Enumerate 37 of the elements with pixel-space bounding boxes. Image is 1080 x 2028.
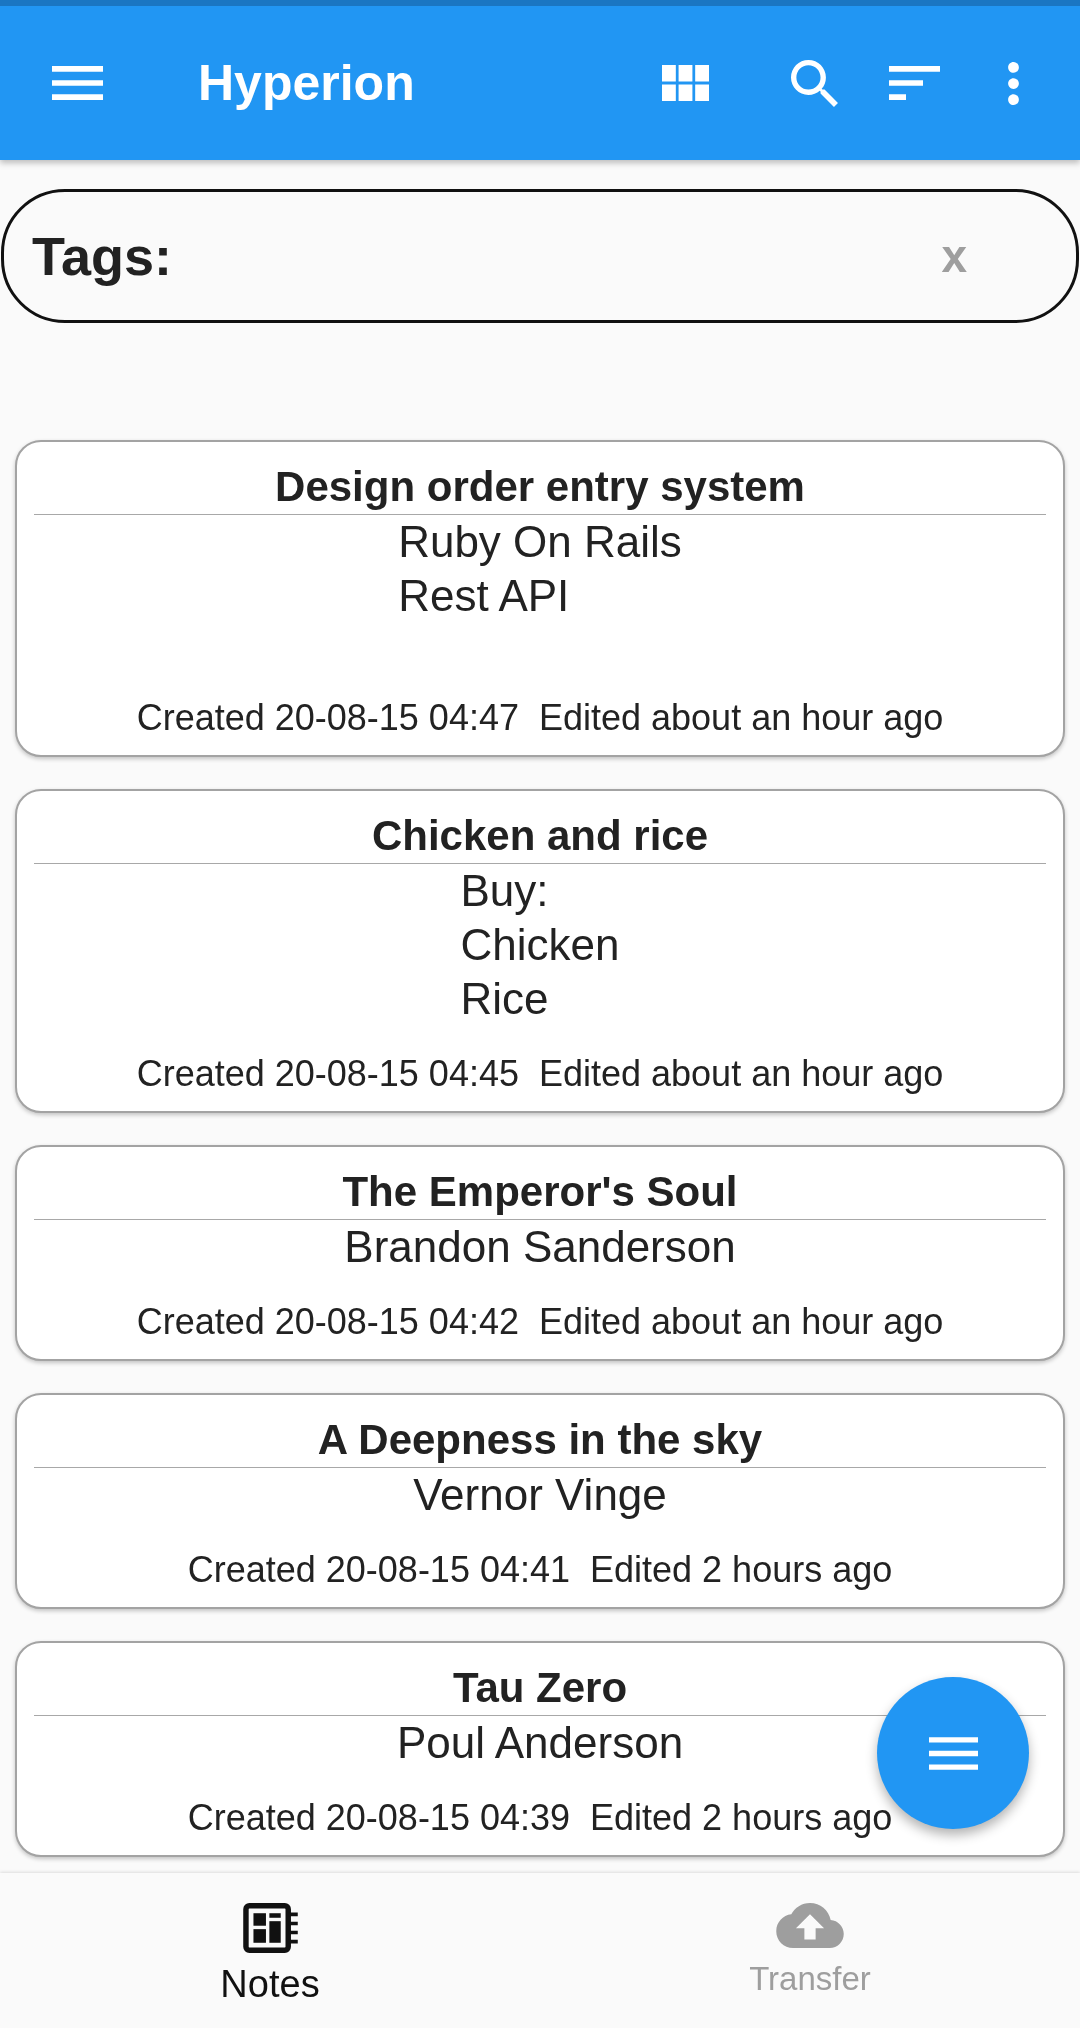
created-date: Created 20-08-15 04:42 xyxy=(136,1300,519,1344)
notebook-icon xyxy=(242,1903,298,1953)
grid-view-icon xyxy=(662,65,709,101)
bottom-nav-tab[interactable]: Notes xyxy=(0,1873,540,2028)
note-body: Vernor Vinge xyxy=(413,1469,667,1521)
note-title: Chicken and rice xyxy=(371,811,709,861)
created-date: Created 20-08-15 04:39 xyxy=(187,1796,570,1840)
search-icon xyxy=(791,59,838,107)
cloud-upload-icon xyxy=(776,1903,844,1948)
edited-time: Edited 2 hours ago xyxy=(590,1548,893,1592)
note-body: Buy: Chicken Rice xyxy=(460,865,620,1025)
sort-icon xyxy=(889,66,940,100)
note-body: Ruby On Rails Rest API xyxy=(398,516,682,622)
note-body: Brandon Sanderson xyxy=(344,1221,736,1273)
menu-icon xyxy=(52,66,103,100)
note-title: The Emperor's Soul xyxy=(342,1167,738,1217)
note-card[interactable]: Tau Zero Poul Anderson Created 20-08-15 04:39 Edited 2 hours ago xyxy=(15,1641,1065,1857)
note-card[interactable]: Design order entry system Ruby On Rails Rest API Created 20-08-15 04:47 Edited about an hour ago xyxy=(15,440,1065,757)
edited-time: Edited about an hour ago xyxy=(538,696,944,740)
created-date: Created 20-08-15 04:47 xyxy=(136,696,519,740)
note-card[interactable]: A Deepness in the sky Vernor Vinge Created 20-08-15 04:41 Edited 2 hours ago xyxy=(15,1393,1065,1609)
tags-field[interactable]: Tags: x xyxy=(1,189,1079,323)
note-card[interactable]: The Emperor's Soul Brandon Sanderson Created 20-08-15 04:42 Edited about an hour ago xyxy=(15,1145,1065,1361)
note-title: Design order entry system xyxy=(275,462,805,512)
app-title: Hyperion xyxy=(198,54,415,113)
note-body: Poul Anderson xyxy=(396,1717,684,1769)
edited-time: Edited about an hour ago xyxy=(538,1052,944,1096)
more-options-icon xyxy=(1008,61,1019,105)
edited-time: Edited 2 hours ago xyxy=(590,1796,893,1840)
note-card[interactable]: Chicken and rice Buy: Chicken Rice Created 20-08-15 04:45 Edited about an hour ago xyxy=(15,789,1065,1113)
created-date: Created 20-08-15 04:41 xyxy=(187,1548,570,1592)
note-title: Tau Zero xyxy=(452,1663,628,1713)
created-date: Created 20-08-15 04:45 xyxy=(136,1052,519,1096)
note-title: A Deepness in the sky xyxy=(317,1415,763,1465)
edited-time: Edited about an hour ago xyxy=(538,1300,944,1344)
tags-label: Tags: xyxy=(32,225,172,288)
menu-icon xyxy=(928,1736,978,1770)
